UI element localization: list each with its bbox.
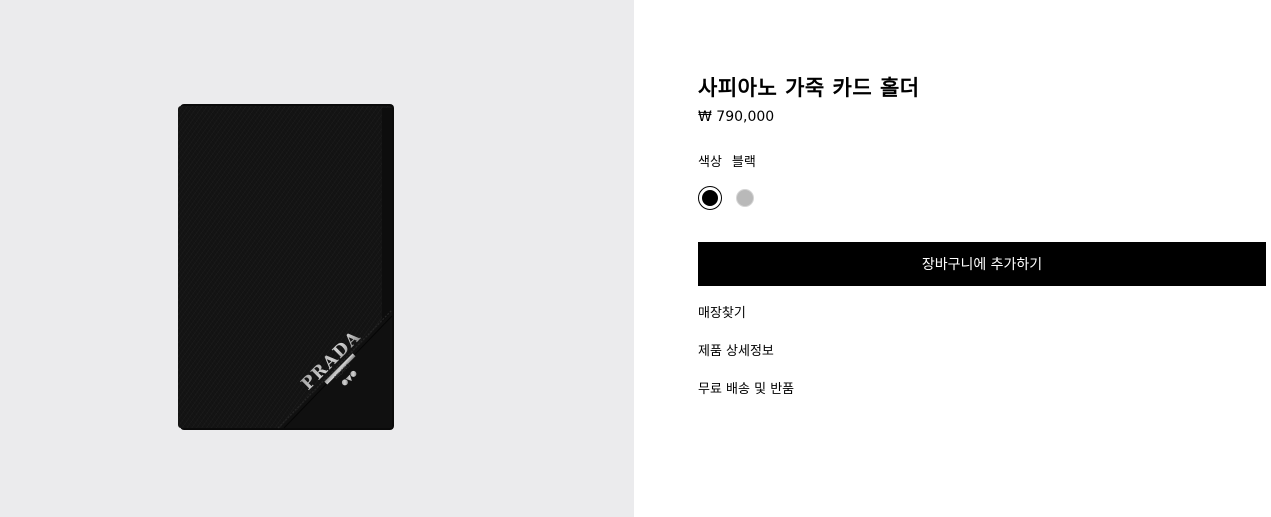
add-to-cart-button[interactable]: 장바구니에 추가하기: [698, 242, 1266, 286]
product-media-panel: PRADA MILANO: [0, 0, 634, 517]
store-finder-link[interactable]: 매장찾기: [698, 305, 794, 343]
product-title: 사피아노 가죽 카드 홀더: [698, 76, 920, 100]
product-info-panel: 사피아노 가죽 카드 홀더 ₩ 790,000 색상 블랙 장바구니에 추가하기 …: [634, 0, 1271, 517]
product-image: PRADA MILANO: [178, 104, 394, 430]
product-price: ₩ 790,000: [698, 109, 775, 125]
product-links: 매장찾기 제품 상세정보 무료 배송 및 반품: [698, 305, 794, 419]
product-page: PRADA MILANO 사피아노 가죽 카드 홀더 ₩ 790,000 색상 블…: [0, 0, 1271, 517]
color-value: 블랙: [731, 155, 756, 170]
shipping-returns-link[interactable]: 무료 배송 및 반품: [698, 381, 794, 419]
color-swatches: [698, 186, 754, 210]
swatch-black[interactable]: [698, 186, 722, 210]
color-label: 색상: [698, 155, 722, 170]
product-details-link[interactable]: 제품 상세정보: [698, 343, 794, 381]
swatch-silver[interactable]: [736, 189, 754, 207]
color-selection-label: 색상 블랙: [698, 151, 756, 170]
swatch-black-dot: [702, 190, 718, 206]
